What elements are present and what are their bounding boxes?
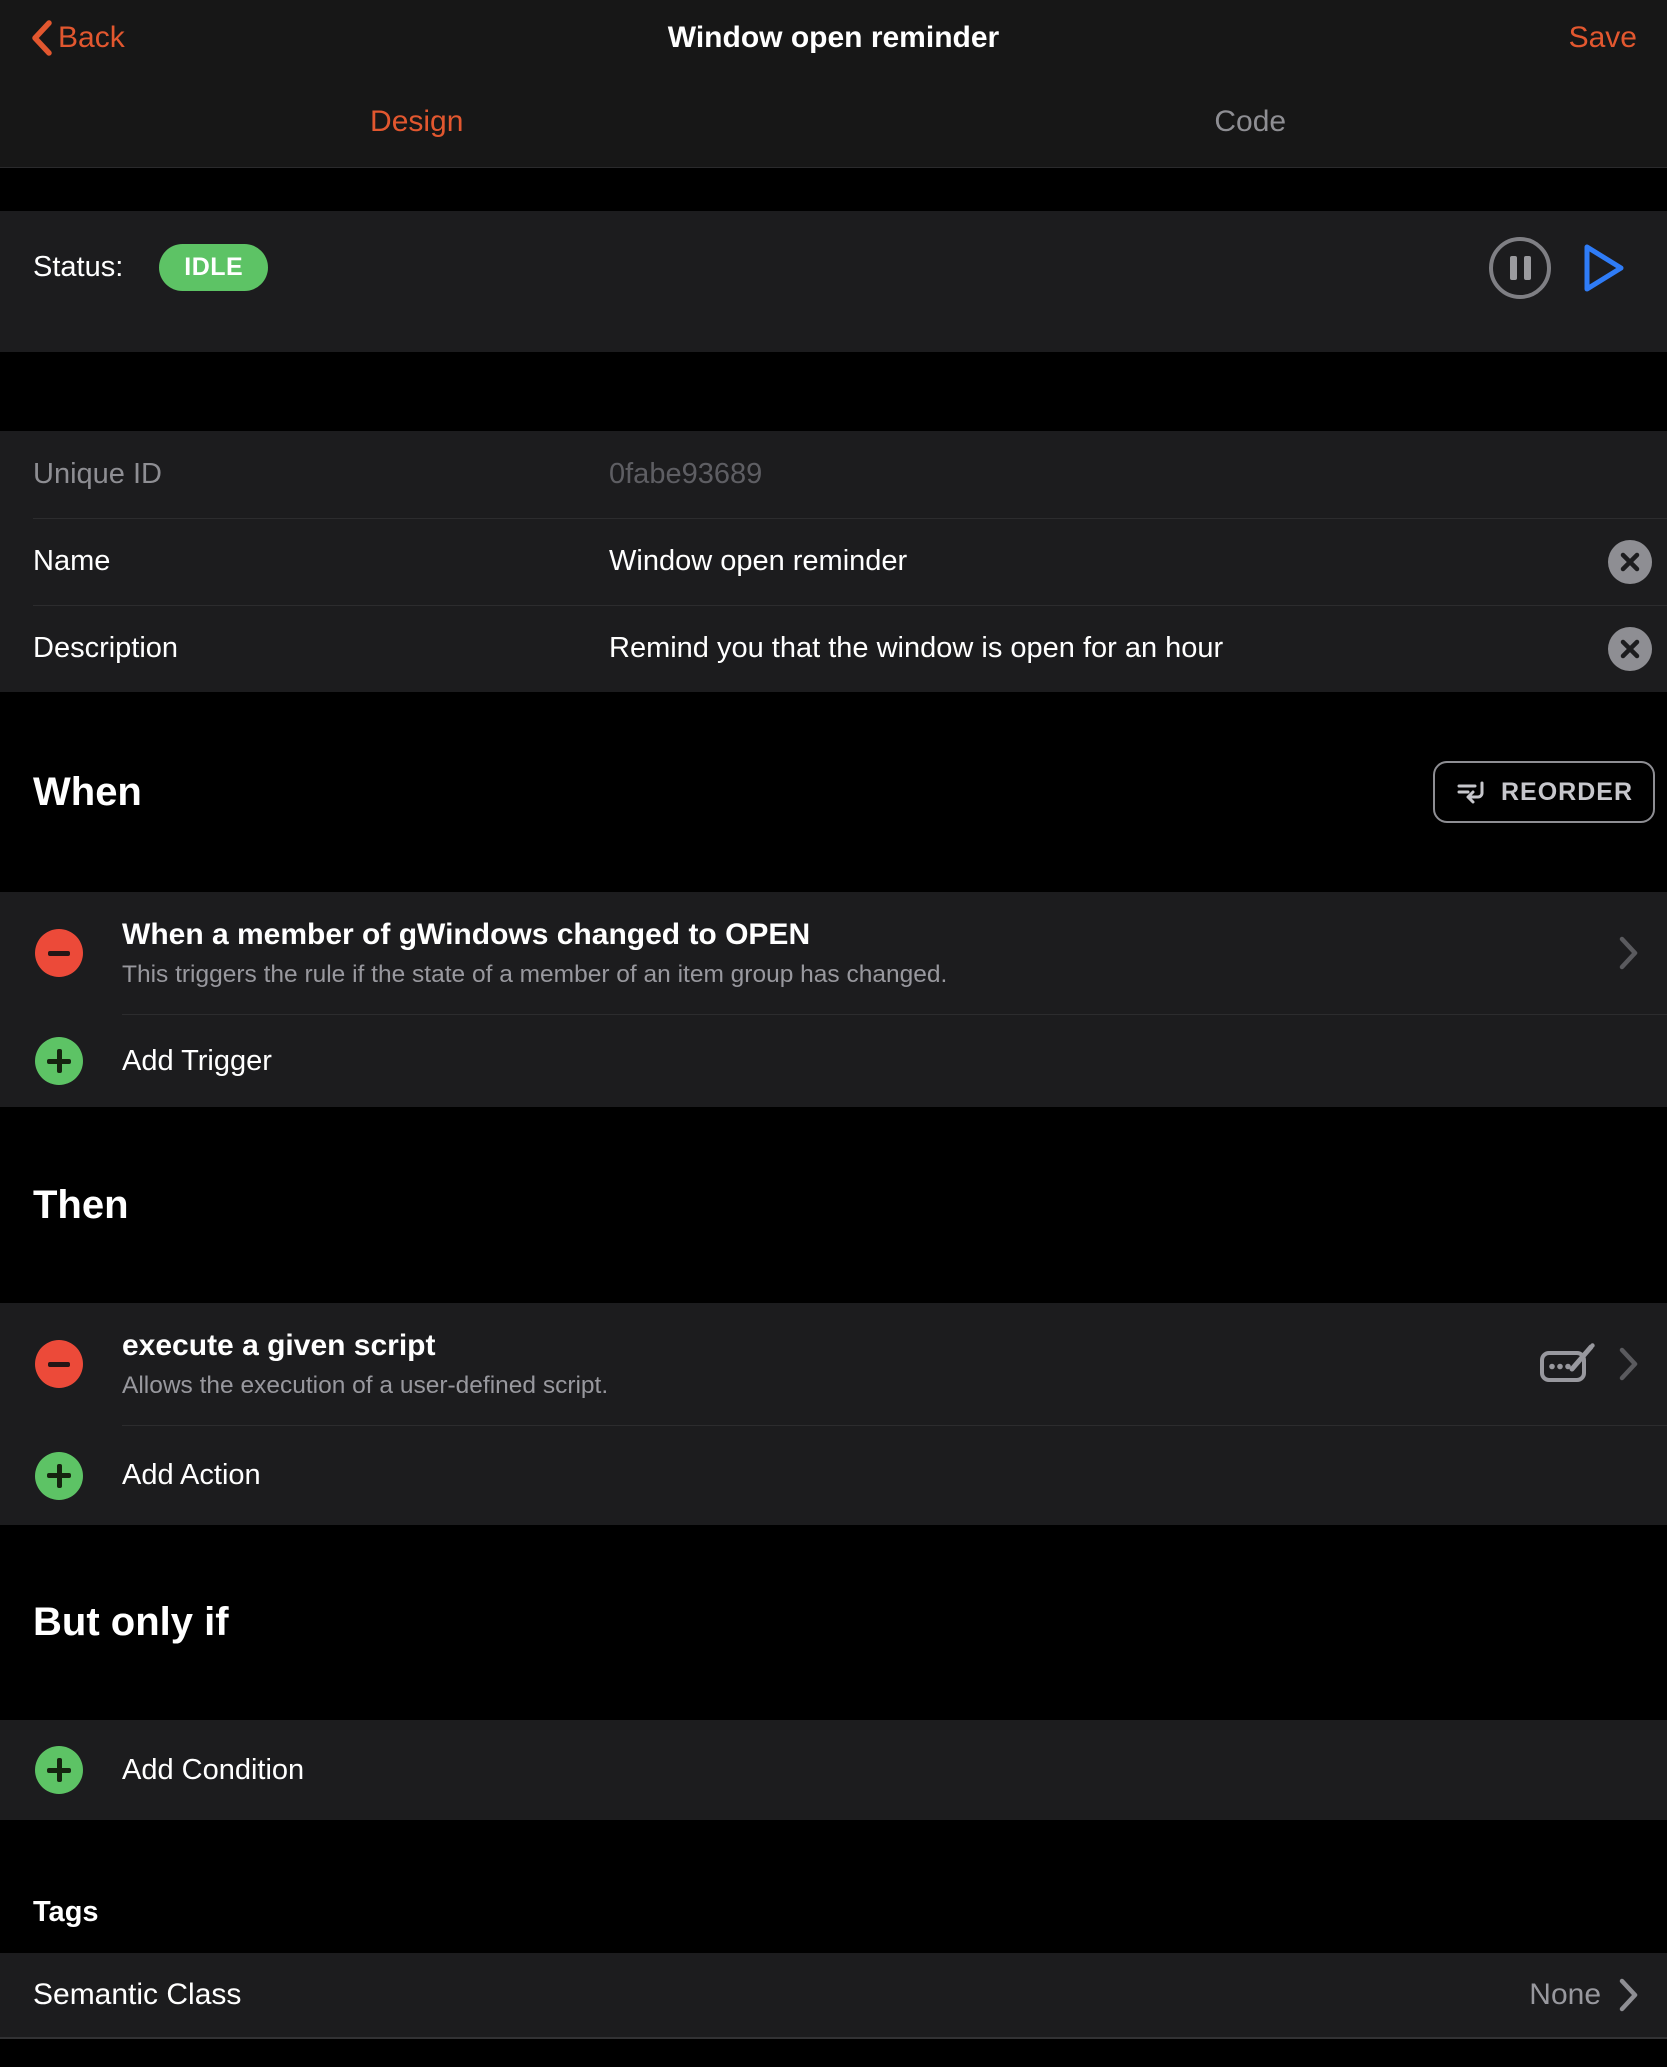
add-trigger-label: Add Trigger	[122, 1045, 272, 1078]
add-trigger-button[interactable]: Add Trigger	[0, 1015, 1667, 1107]
reorder-icon	[1455, 777, 1487, 807]
add-action-button[interactable]: Add Action	[0, 1426, 1667, 1525]
chevron-right-icon	[1619, 1347, 1639, 1381]
spacer	[0, 2039, 1667, 2067]
run-rule-button[interactable]	[1575, 239, 1631, 297]
name-label: Name	[33, 545, 609, 578]
then-section-header: Then	[0, 1107, 1667, 1303]
status-row: Status: IDLE	[0, 211, 1667, 352]
plus-icon	[35, 1037, 83, 1085]
when-card: When a member of gWindows changed to OPE…	[0, 892, 1667, 1107]
delete-trigger-button[interactable]	[35, 929, 83, 977]
name-field[interactable]: Window open reminder	[609, 545, 1608, 578]
semantic-class-row[interactable]: Semantic Class None	[0, 1953, 1667, 2039]
tags-title: Tags	[33, 1896, 99, 1929]
but-only-if-section-header: But only if	[0, 1525, 1667, 1720]
clear-name-button[interactable]	[1608, 540, 1652, 584]
spacer	[0, 352, 1667, 431]
field-row-unique-id: Unique ID 0fabe93689	[0, 431, 1667, 518]
clear-description-button[interactable]	[1608, 627, 1652, 671]
plus-icon	[35, 1452, 83, 1500]
description-field[interactable]: Remind you that the window is open for a…	[609, 632, 1608, 665]
minus-icon	[48, 951, 70, 956]
but-only-if-title: But only if	[33, 1600, 229, 1645]
field-row-description[interactable]: Description Remind you that the window i…	[0, 605, 1667, 692]
trigger-title: When a member of gWindows changed to OPE…	[122, 917, 1603, 953]
then-title: Then	[33, 1183, 129, 1228]
when-title: When	[33, 770, 142, 815]
chevron-right-icon	[1619, 1978, 1639, 2012]
when-section-header: When REORDER	[0, 692, 1667, 892]
page-title: Window open reminder	[0, 21, 1667, 55]
navigation-bar: Back Window open reminder Save Design Co…	[0, 0, 1667, 168]
tab-code[interactable]: Code	[834, 76, 1667, 167]
reorder-label: REORDER	[1501, 778, 1633, 807]
back-label: Back	[58, 21, 125, 55]
add-condition-button[interactable]: Add Condition	[0, 1720, 1667, 1820]
minus-icon	[48, 1362, 70, 1367]
tab-design[interactable]: Design	[0, 76, 834, 167]
pause-icon	[1510, 256, 1517, 280]
plus-icon	[35, 1746, 83, 1794]
unique-id-label: Unique ID	[33, 458, 609, 491]
then-card: execute a given script Allows the execut…	[0, 1303, 1667, 1525]
description-label: Description	[33, 632, 609, 665]
field-row-name[interactable]: Name Window open reminder	[0, 518, 1667, 605]
action-subtitle: Allows the execution of a user-defined s…	[122, 1371, 1523, 1400]
clear-x-icon	[1619, 638, 1641, 660]
semantic-class-label: Semantic Class	[33, 1978, 241, 2012]
chevron-left-icon	[30, 20, 52, 56]
unique-id-value: 0fabe93689	[609, 458, 1652, 491]
action-title: execute a given script	[122, 1328, 1523, 1364]
tab-bar: Design Code	[0, 76, 1667, 167]
reorder-button[interactable]: REORDER	[1433, 761, 1655, 823]
status-label: Status:	[33, 251, 123, 284]
clear-x-icon	[1619, 551, 1641, 573]
semantic-class-value: None	[1529, 1978, 1601, 2012]
back-button[interactable]: Back	[30, 20, 125, 56]
edit-script-icon[interactable]	[1539, 1341, 1597, 1387]
action-row[interactable]: execute a given script Allows the execut…	[0, 1303, 1667, 1425]
chevron-right-icon	[1619, 936, 1639, 970]
spacer	[0, 168, 1667, 211]
status-badge: IDLE	[159, 244, 268, 291]
pause-rule-button[interactable]	[1489, 237, 1551, 299]
add-action-label: Add Action	[122, 1459, 261, 1492]
trigger-subtitle: This triggers the rule if the state of a…	[122, 960, 1603, 989]
tags-section-header: Tags	[0, 1820, 1667, 1953]
delete-action-button[interactable]	[35, 1340, 83, 1388]
save-button[interactable]: Save	[1569, 21, 1637, 55]
add-condition-label: Add Condition	[122, 1754, 304, 1787]
rule-editor-screen: Back Window open reminder Save Design Co…	[0, 0, 1667, 2067]
trigger-row[interactable]: When a member of gWindows changed to OPE…	[0, 892, 1667, 1014]
condition-card: Add Condition	[0, 1720, 1667, 1820]
rule-fields-card: Unique ID 0fabe93689 Name Window open re…	[0, 431, 1667, 692]
